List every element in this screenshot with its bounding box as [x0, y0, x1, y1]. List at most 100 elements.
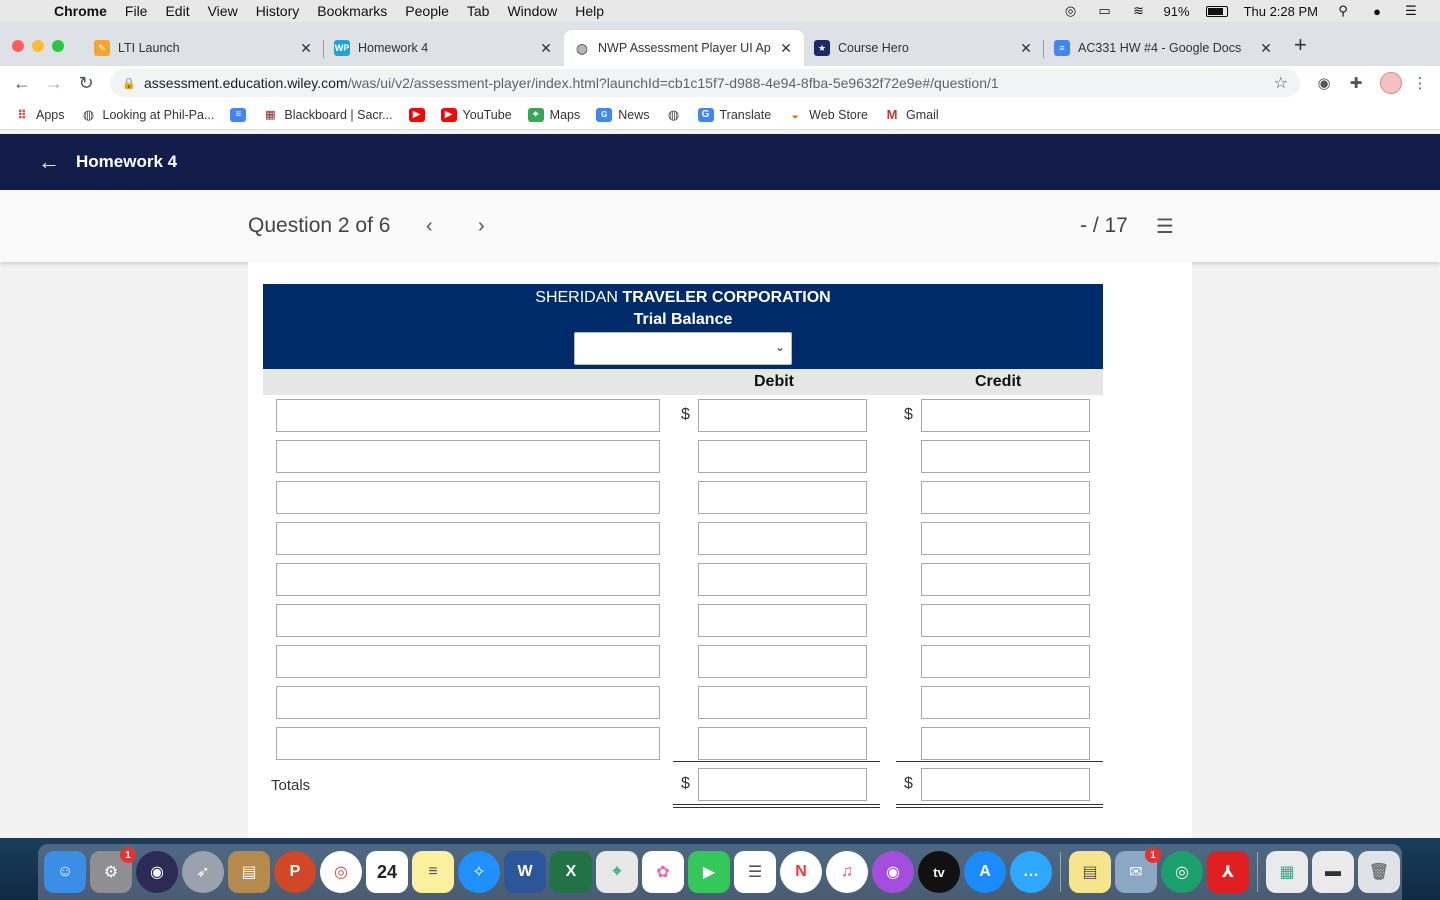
photos-icon[interactable]: ✿ — [642, 851, 684, 893]
credit-amount-input[interactable] — [921, 645, 1090, 678]
podcasts-icon[interactable]: ◉ — [872, 851, 914, 893]
debit-amount-input[interactable] — [698, 481, 867, 514]
menu-app-name[interactable]: Chrome — [54, 3, 107, 19]
debit-amount-input[interactable] — [698, 645, 867, 678]
spotlight-search-icon[interactable]: ⚲ — [1334, 3, 1352, 18]
credit-amount-input[interactable] — [921, 440, 1090, 473]
menu-view[interactable]: View — [208, 3, 238, 19]
account-name-input[interactable] — [276, 481, 660, 514]
profile-avatar[interactable] — [1380, 72, 1402, 94]
credit-amount-input[interactable] — [921, 686, 1090, 719]
documents-stack-icon[interactable]: ▬ — [1312, 851, 1354, 893]
zoom-window-button[interactable] — [52, 40, 64, 52]
notes-icon[interactable]: ≡ — [412, 851, 454, 893]
back-arrow-icon[interactable]: ← — [6, 73, 38, 94]
debit-amount-input[interactable] — [698, 399, 867, 432]
messages-icon[interactable]: … — [1010, 851, 1052, 893]
account-name-input[interactable] — [276, 563, 660, 596]
reload-icon[interactable]: ↻ — [70, 73, 102, 94]
airplay-icon[interactable]: ▭ — [1096, 3, 1114, 18]
url-text[interactable]: assessment.education.wiley.com/was/ui/v2… — [144, 75, 1274, 91]
previous-question-chevron-icon[interactable]: ‹ — [426, 215, 433, 238]
debit-amount-input[interactable] — [698, 604, 867, 637]
wifi-icon[interactable]: ≋ — [1130, 3, 1148, 18]
bookmark-gmail[interactable]: M Gmail — [884, 107, 939, 122]
bookmark-phil-pa[interactable]: ◍ Looking at Phil-Pa... — [81, 107, 215, 122]
powerpoint-icon[interactable]: P — [274, 851, 316, 893]
news-icon[interactable]: N — [780, 851, 822, 893]
close-tab-icon[interactable]: ✕ — [538, 40, 554, 57]
chrome-menu-icon[interactable]: ⋮ — [1410, 74, 1430, 92]
menu-history[interactable]: History — [256, 3, 300, 19]
bookmark-star-icon[interactable]: ☆ — [1274, 73, 1288, 93]
question-list-icon[interactable]: ☰ — [1156, 214, 1174, 239]
bookmark-youtube-icon-only[interactable]: ▶ — [408, 107, 425, 122]
credit-amount-input[interactable] — [921, 399, 1090, 432]
extension-circle-icon[interactable]: ◉ — [1308, 74, 1340, 92]
account-name-input[interactable] — [276, 399, 660, 432]
account-name-input[interactable] — [276, 727, 660, 760]
notification-center-icon[interactable]: ☰ — [1402, 3, 1420, 18]
downloads-stack-icon[interactable]: ▦ — [1266, 851, 1308, 893]
system-preferences-icon[interactable]: ⚙ 1 — [90, 847, 136, 893]
calendar-icon[interactable]: 24 — [366, 851, 408, 893]
back-to-assignment-link[interactable]: Homework 4 — [76, 152, 177, 172]
forward-arrow-icon[interactable]: → — [38, 73, 70, 94]
bookmark-apps[interactable]: ⠿ Apps — [14, 108, 64, 122]
close-tab-icon[interactable]: ✕ — [1258, 40, 1274, 57]
preview-icon[interactable]: ✉ 1 — [1115, 847, 1161, 893]
menu-tab[interactable]: Tab — [467, 3, 490, 19]
credit-amount-input[interactable] — [921, 522, 1090, 555]
safari-icon[interactable]: ✧ — [458, 851, 500, 893]
app-store-icon[interactable]: A — [964, 851, 1006, 893]
menu-bookmarks[interactable]: Bookmarks — [317, 3, 387, 19]
bookmark-translate[interactable]: G Translate — [697, 107, 771, 122]
tab-nwp-assessment[interactable]: ◍ NWP Assessment Player UI Ap ✕ — [564, 30, 804, 66]
debit-amount-input[interactable] — [698, 727, 867, 760]
menu-edit[interactable]: Edit — [165, 3, 189, 19]
status-circle-icon[interactable]: ◎ — [1062, 3, 1080, 18]
close-tab-icon[interactable]: ✕ — [1018, 40, 1034, 57]
close-tab-icon[interactable]: ✕ — [778, 40, 794, 57]
battery-icon[interactable] — [1205, 5, 1228, 17]
bookmark-globe[interactable]: ◍ — [666, 107, 682, 122]
clock[interactable]: Thu 2:28 PM — [1244, 4, 1318, 19]
menu-file[interactable]: File — [125, 3, 148, 19]
siri-icon[interactable]: ● — [1368, 4, 1386, 19]
bookmark-web-store[interactable]: ◒ Web Store — [787, 108, 868, 122]
account-name-input[interactable] — [276, 522, 660, 555]
stickies-icon[interactable]: ▤ — [1069, 851, 1111, 893]
vpn-icon[interactable]: ◎ — [1161, 851, 1203, 893]
close-window-button[interactable] — [12, 40, 24, 52]
close-tab-icon[interactable]: ✕ — [298, 40, 314, 57]
maps-icon[interactable]: ⌖ — [596, 851, 638, 893]
debit-amount-input[interactable] — [698, 686, 867, 719]
facetime-icon[interactable]: ▶ — [688, 851, 730, 893]
music-icon[interactable]: ♫ — [826, 851, 868, 893]
tab-course-hero[interactable]: ★ Course Hero ✕ — [804, 30, 1044, 66]
bookmark-blackboard[interactable]: ▦ Blackboard | Sacr... — [262, 108, 392, 122]
next-question-chevron-icon[interactable]: › — [478, 215, 485, 238]
chrome-icon[interactable]: ◎ — [320, 851, 362, 893]
bookmark-youtube[interactable]: ▶ YouTube — [440, 107, 512, 122]
back-arrow-icon[interactable]: ← — [38, 149, 60, 175]
total-credit-input[interactable] — [921, 768, 1090, 801]
trash-icon[interactable]: 🗑 — [1358, 851, 1400, 893]
debit-amount-input[interactable] — [698, 563, 867, 596]
tab-lti-launch[interactable]: ✎ LTI Launch ✕ — [84, 30, 324, 66]
date-select[interactable]: ⌄ — [574, 332, 792, 365]
bookmark-maps[interactable]: ⌖ Maps — [527, 107, 580, 122]
word-icon[interactable]: W — [504, 851, 546, 893]
menu-people[interactable]: People — [405, 3, 449, 19]
finder-icon[interactable]: ☺ — [44, 851, 86, 893]
bookmark-docs[interactable]: ≡ — [230, 107, 247, 122]
address-bar[interactable]: 🔒 assessment.education.wiley.com/was/ui/… — [110, 69, 1300, 97]
acrobat-icon[interactable]: ⅄ — [1207, 851, 1249, 893]
apple-tv-icon[interactable]: tv — [918, 851, 960, 893]
account-name-input[interactable] — [276, 604, 660, 637]
account-name-input[interactable] — [276, 440, 660, 473]
launchpad-icon[interactable]: ➶ — [182, 851, 224, 893]
debit-amount-input[interactable] — [698, 522, 867, 555]
account-name-input[interactable] — [276, 686, 660, 719]
credit-amount-input[interactable] — [921, 481, 1090, 514]
